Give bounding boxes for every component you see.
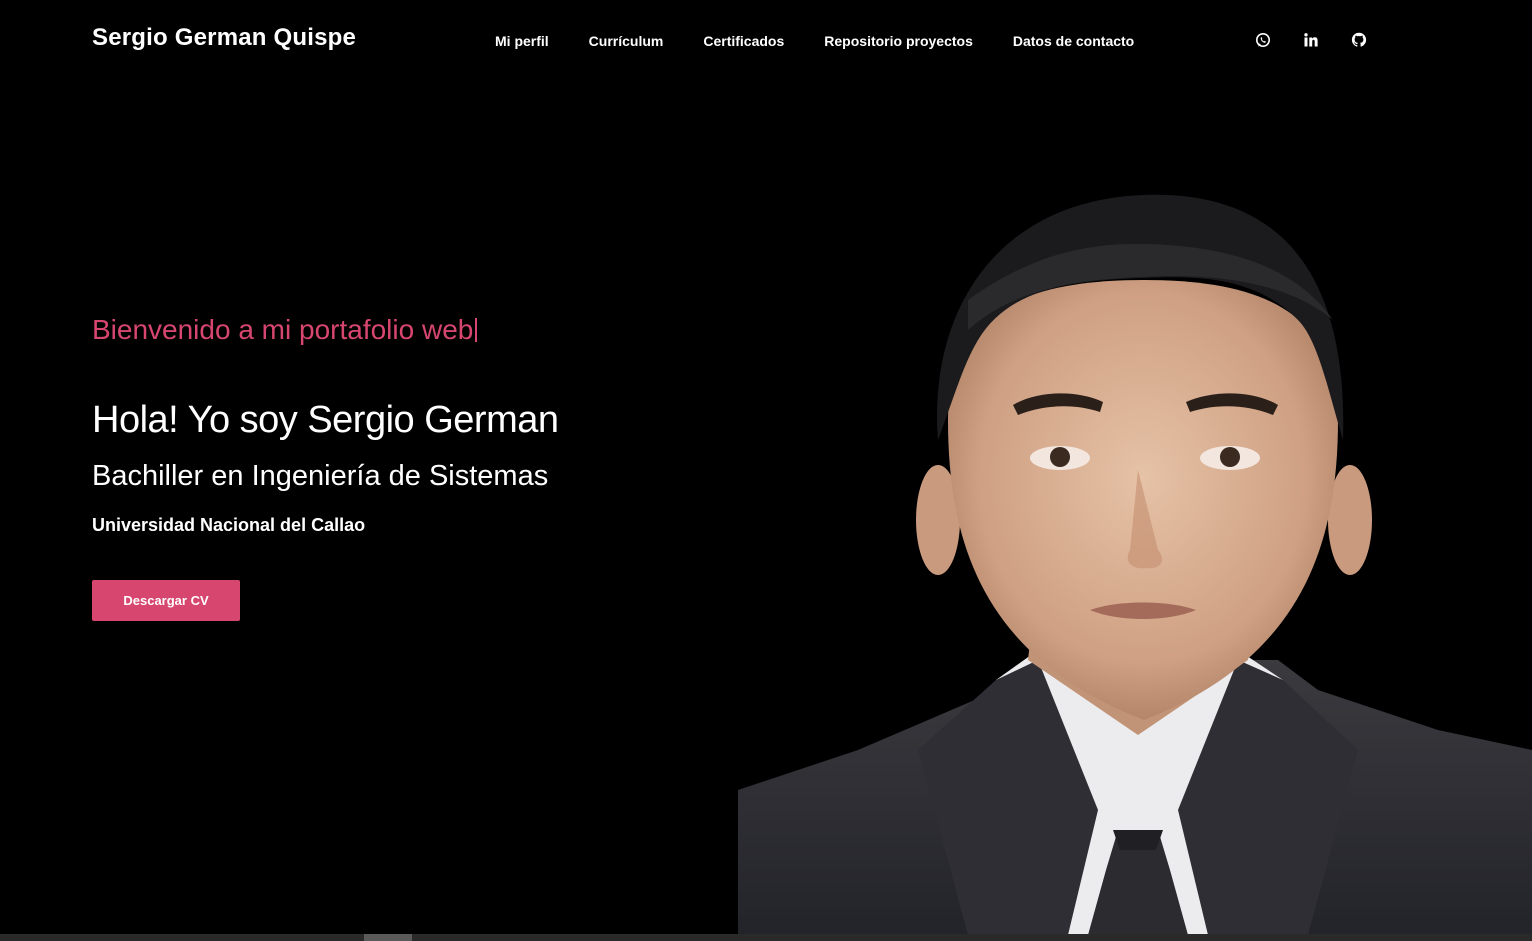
github-icon[interactable] — [1350, 31, 1368, 49]
portfolio-page: Sergio German Quispe Mi perfil Currículu… — [0, 0, 1532, 941]
social-links — [1254, 31, 1368, 49]
welcome-text: Bienvenido a mi portafolio web — [92, 314, 474, 345]
nav-item-mi-perfil[interactable]: Mi perfil — [495, 33, 549, 49]
hero-university: Universidad Nacional del Callao — [92, 515, 366, 535]
linkedin-icon[interactable] — [1302, 31, 1320, 49]
whatsapp-icon[interactable] — [1254, 31, 1272, 49]
profile-photo — [738, 194, 1532, 935]
nav-item-repositorio-proyectos[interactable]: Repositorio proyectos — [824, 33, 973, 49]
hero-greeting: Hola! Yo soy Sergio German — [92, 399, 559, 441]
brand-link[interactable]: Sergio German Quispe — [92, 24, 356, 52]
welcome-typed-text: Bienvenido a mi portafolio web — [92, 312, 559, 348]
main-nav: Mi perfil Currículum Certificados Reposi… — [495, 33, 1174, 49]
hero-degree: Bachiller en Ingeniería de Sistemas — [92, 460, 549, 492]
top-header: Sergio German Quispe Mi perfil Currículu… — [0, 0, 1532, 84]
nav-item-certificados[interactable]: Certificados — [703, 33, 784, 49]
download-cv-button[interactable]: Descargar CV — [92, 580, 240, 621]
hero-section: Bienvenido a mi portafolio web Hola! Yo … — [92, 312, 559, 536]
nav-item-curriculum[interactable]: Currículum — [589, 33, 664, 49]
scrollbar-thumb[interactable] — [364, 934, 412, 941]
nav-item-datos-de-contacto[interactable]: Datos de contacto — [1013, 33, 1134, 49]
horizontal-scrollbar[interactable] — [0, 934, 1532, 941]
typing-caret — [475, 318, 478, 342]
